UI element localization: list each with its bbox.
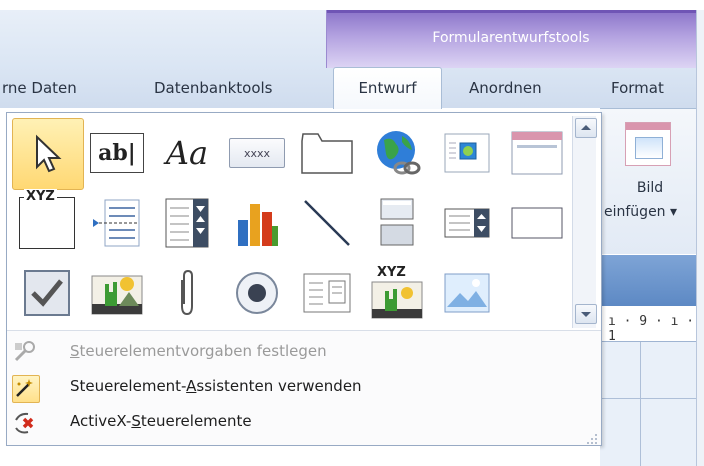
contextual-tab-title: Formularentwurfstools [432, 30, 590, 46]
tab-datenbanktools[interactable]: Datenbanktools [154, 79, 272, 97]
control-defaults-icon [12, 340, 38, 366]
menu-item-label: Steuerelement-Assistenten verwenden [70, 377, 362, 395]
option-group-icon-text: XYZ [24, 189, 57, 204]
line-icon[interactable] [292, 188, 362, 258]
form-header-band [600, 255, 696, 306]
tab-format[interactable]: Format [611, 79, 664, 97]
gallery-scrollbar[interactable] [572, 116, 597, 328]
resize-grip-icon[interactable] [586, 430, 598, 444]
web-browser-icon[interactable] [432, 118, 502, 188]
subform-icon[interactable] [292, 258, 362, 328]
scroll-down-button[interactable] [575, 304, 597, 324]
bottom-strip [0, 446, 600, 466]
label-icon[interactable]: Aa [152, 118, 222, 188]
attachment-icon[interactable] [152, 258, 222, 328]
design-grid [600, 342, 696, 466]
window-edge [696, 10, 704, 466]
tab-externe-daten[interactable]: rne Daten [2, 79, 77, 97]
toggle-button-icon[interactable] [362, 188, 432, 258]
button-icon-text: xxxx [229, 138, 285, 168]
bound-object-frame-icon-text: XYZ [377, 265, 406, 280]
page-break-icon[interactable] [82, 188, 152, 258]
insert-image-label-2[interactable]: einfügen ▾ [604, 204, 677, 220]
combo-box-icon[interactable] [152, 188, 222, 258]
controls-grid: ab| Aa xxxx XYZ XYZ [10, 116, 570, 326]
hyperlink-icon[interactable] [362, 118, 432, 188]
insert-image-label[interactable]: Bild [630, 180, 670, 196]
select-pointer-icon[interactable] [12, 118, 84, 190]
rectangle-icon[interactable] [502, 188, 572, 258]
option-group-icon[interactable]: XYZ [12, 188, 82, 258]
insert-image-icon[interactable] [625, 122, 671, 166]
scroll-up-button[interactable] [575, 118, 597, 138]
menu-item-label: Steuerelementvorgaben festlegen [70, 342, 327, 360]
tab-anordnen[interactable]: Anordnen [469, 79, 542, 97]
navigation-icon[interactable] [502, 118, 572, 188]
chart-icon[interactable] [222, 188, 292, 258]
menu-item-control-defaults[interactable]: Steuerelementvorgaben festlegen [12, 335, 592, 369]
menu-item-label: ActiveX-Steuerelemente [70, 412, 252, 430]
bound-object-frame-icon[interactable]: XYZ [362, 258, 432, 328]
wand-icon [12, 375, 40, 403]
unbound-object-frame-icon[interactable] [82, 258, 152, 328]
label-icon-text: Aa [165, 134, 209, 172]
ruler: ı · 9 · ı · 1 [600, 306, 696, 344]
tab-entwurf[interactable]: Entwurf [333, 67, 442, 109]
menu-item-activex-controls[interactable]: ActiveX-Steuerelemente [12, 405, 592, 439]
activex-icon [12, 410, 38, 436]
textbox-icon-text: ab| [90, 133, 144, 173]
list-box-icon[interactable] [432, 188, 502, 258]
button-icon[interactable]: xxxx [222, 118, 292, 188]
image-icon[interactable] [432, 258, 502, 328]
checkbox-icon[interactable] [12, 258, 82, 328]
tab-control-icon[interactable] [292, 118, 362, 188]
option-button-icon[interactable] [222, 258, 292, 328]
top-strip [0, 0, 704, 10]
textbox-icon[interactable]: ab| [82, 118, 152, 188]
menu-item-use-wizards[interactable]: Steuerelement-Assistenten verwenden [12, 370, 592, 404]
